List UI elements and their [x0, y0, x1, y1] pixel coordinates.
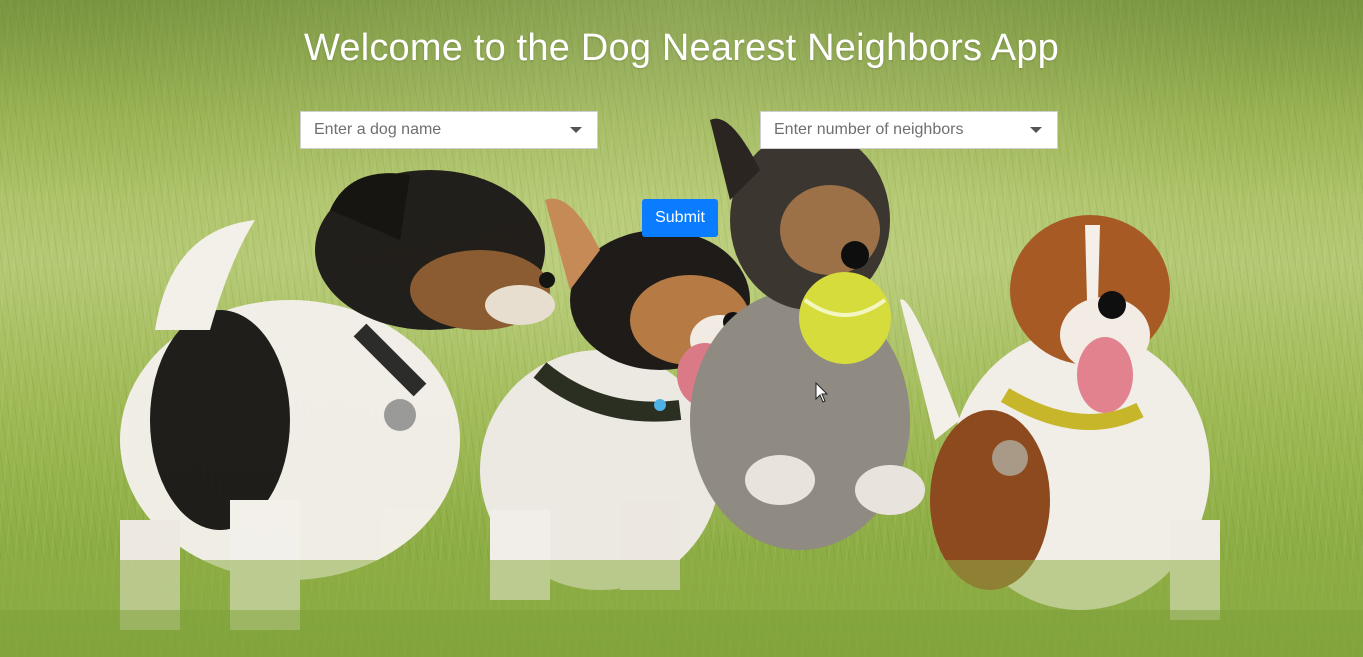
background-image-dogs: [0, 118, 1363, 657]
dog-name-placeholder: Enter a dog name: [314, 121, 442, 138]
dog-middle-back: [690, 118, 925, 550]
submit-button[interactable]: Submit: [642, 199, 718, 237]
app-root: Welcome to the Dog Nearest Neighbors App…: [0, 0, 1363, 657]
dog-name-dropdown[interactable]: Enter a dog name: [300, 111, 598, 149]
dog-right: [900, 215, 1220, 620]
mouse-cursor-icon: [815, 382, 829, 403]
page-title: Welcome to the Dog Nearest Neighbors App: [303, 27, 1060, 70]
chevron-down-icon[interactable]: [570, 127, 582, 133]
chevron-down-icon[interactable]: [1030, 127, 1042, 133]
neighbors-count-dropdown[interactable]: Enter number of neighbors: [760, 111, 1058, 149]
neighbors-count-placeholder: Enter number of neighbors: [774, 121, 964, 138]
